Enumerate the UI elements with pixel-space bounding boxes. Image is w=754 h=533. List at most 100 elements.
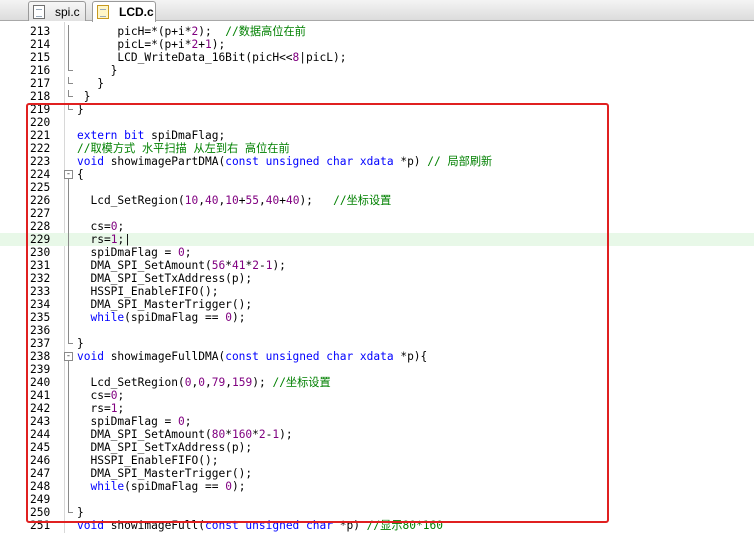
fold-collapse-icon[interactable]: - xyxy=(64,168,74,181)
text-token: *p) xyxy=(332,519,367,532)
code-line[interactable]: 241 cs=0; xyxy=(0,389,754,402)
number-token: 40 xyxy=(205,194,219,207)
text-token: showimagePartDMA( xyxy=(103,155,226,168)
code-line[interactable]: 221 extern bit spiDmaFlag; xyxy=(0,129,754,142)
number-token: 80 xyxy=(211,428,226,441)
line-number: 215 xyxy=(30,51,51,64)
line-number: 222 xyxy=(30,142,51,155)
code-line[interactable]: 214 picL=*(p+i*2+1); xyxy=(0,38,754,51)
text-token: cs= xyxy=(77,220,111,233)
code-line[interactable]: 234 DMA_SPI_MasterTrigger(); xyxy=(0,298,754,311)
comment-token: //坐标设置 xyxy=(272,376,331,389)
fold-end-marker xyxy=(64,506,74,519)
line-number: 226 xyxy=(30,194,51,207)
text-token: } xyxy=(77,77,104,90)
line-number: 244 xyxy=(30,428,51,441)
code-line[interactable]: 249 xyxy=(0,493,754,506)
tab-spi-c[interactable]: spi.c xyxy=(28,1,86,21)
code-line[interactable]: 216 } xyxy=(0,64,754,77)
line-number: 213 xyxy=(30,25,51,38)
code-line[interactable]: 223 void showimagePartDMA(const unsigned … xyxy=(0,155,754,168)
line-number: 239 xyxy=(30,363,51,376)
line-number: 235 xyxy=(30,311,51,324)
number-token: 10 xyxy=(225,194,239,207)
code-text: spiDmaFlag = 0; xyxy=(77,246,192,259)
code-line[interactable]: 222 //取模方式 水平扫描 从左到右 高位在前 xyxy=(0,142,754,155)
fold-guide xyxy=(64,181,74,194)
fold-guide xyxy=(64,207,74,220)
fold-guide xyxy=(64,428,74,441)
code-line[interactable]: 236 xyxy=(0,324,754,337)
code-line[interactable]: 224-{ xyxy=(0,168,754,181)
fold-collapse-icon[interactable]: - xyxy=(64,350,74,363)
code-line[interactable]: 240 Lcd_SetRegion(0,0,79,159); //坐标设置 xyxy=(0,376,754,389)
code-line[interactable]: 246 HSSPI_EnableFIFO(); xyxy=(0,454,754,467)
fold-empty xyxy=(64,129,74,142)
comment-token: //坐标设置 xyxy=(333,194,392,207)
code-line[interactable]: 227 xyxy=(0,207,754,220)
text-token: } xyxy=(77,64,118,77)
code-line[interactable]: 242 rs=1; xyxy=(0,402,754,415)
code-text: DMA_SPI_SetAmount(56*41*2-1); xyxy=(77,259,285,272)
code-line[interactable]: 247 DMA_SPI_MasterTrigger(); xyxy=(0,467,754,480)
text-token: DMA_SPI_MasterTrigger(); xyxy=(77,298,253,311)
code-line[interactable]: 238- void showimageFullDMA(const unsigned… xyxy=(0,350,754,363)
line-number: 237 xyxy=(30,337,51,350)
number-token: 0 xyxy=(178,246,185,259)
text-token: ); xyxy=(211,38,226,51)
fold-empty xyxy=(64,519,74,532)
code-line[interactable]: 244 DMA_SPI_SetAmount(80*160*2-1); xyxy=(0,428,754,441)
code-text: while(spiDmaFlag == 0); xyxy=(77,480,245,493)
keyword-token: const unsigned char xdata xyxy=(225,350,394,363)
code-line[interactable]: 251 void showimageFull(const unsigned cha… xyxy=(0,519,754,532)
code-line[interactable]: 213 picH=*(p+i*2); //数据高位在前 xyxy=(0,25,754,38)
code-editor[interactable]: 213 picH=*(p+i*2); //数据高位在前 214 picL=*(p+… xyxy=(0,22,754,533)
code-line[interactable]: 228 cs=0; xyxy=(0,220,754,233)
fold-end-marker xyxy=(64,77,74,90)
code-line[interactable]: 230 spiDmaFlag = 0; xyxy=(0,246,754,259)
code-line[interactable]: 239 xyxy=(0,363,754,376)
tab-label: LCD.c xyxy=(119,5,154,19)
line-number: 216 xyxy=(30,64,51,77)
code-line[interactable]: 250} xyxy=(0,506,754,519)
code-line[interactable]: 217 } xyxy=(0,77,754,90)
fold-empty xyxy=(64,142,74,155)
code-line[interactable]: 225 xyxy=(0,181,754,194)
text-token: ); xyxy=(231,311,246,324)
code-line[interactable]: 235 while(spiDmaFlag == 0); xyxy=(0,311,754,324)
line-number: 224 xyxy=(30,168,51,181)
code-line[interactable]: 226 Lcd_SetRegion(10,40,10+55,40+40); //… xyxy=(0,194,754,207)
text-token: ; xyxy=(184,246,192,259)
number-token: 2 xyxy=(252,259,259,272)
code-line[interactable]: 229 rs=1;| xyxy=(0,233,754,246)
comment-token: // 局部刷新 xyxy=(427,155,493,168)
code-text: Lcd_SetRegion(0,0,79,159); //坐标设置 xyxy=(77,376,331,389)
line-number: 219 xyxy=(30,103,51,116)
text-token: } xyxy=(77,337,84,350)
text-token: } xyxy=(77,103,84,116)
code-line[interactable]: 231 DMA_SPI_SetAmount(56*41*2-1); xyxy=(0,259,754,272)
fold-guide xyxy=(64,493,74,506)
line-number: 232 xyxy=(30,272,51,285)
text-token: , xyxy=(258,194,266,207)
code-line[interactable]: 219} xyxy=(0,103,754,116)
code-line[interactable]: 248 while(spiDmaFlag == 0); xyxy=(0,480,754,493)
text-token: HSSPI_EnableFIFO(); xyxy=(77,454,219,467)
code-line[interactable]: 232 DMA_SPI_SetTxAddress(p); xyxy=(0,272,754,285)
text-token: ); xyxy=(231,480,246,493)
text-token: (spiDmaFlag == xyxy=(124,311,226,324)
line-number: 240 xyxy=(30,376,51,389)
code-line[interactable]: 218 } xyxy=(0,90,754,103)
code-line[interactable]: 243 spiDmaFlag = 0; xyxy=(0,415,754,428)
code-line[interactable]: 237} xyxy=(0,337,754,350)
code-text: LCD_WriteData_16Bit(picH<<8|picL); xyxy=(77,51,346,64)
tab-label: spi.c xyxy=(55,4,80,19)
code-line[interactable]: 220 xyxy=(0,116,754,129)
tab-lcd-c[interactable]: LCD.c xyxy=(92,1,156,22)
code-line[interactable]: 245 DMA_SPI_SetTxAddress(p); xyxy=(0,441,754,454)
number-token: 0 xyxy=(225,311,232,324)
code-line[interactable]: 215 LCD_WriteData_16Bit(picH<<8|picL); xyxy=(0,51,754,64)
code-line[interactable]: 233 HSSPI_EnableFIFO(); xyxy=(0,285,754,298)
text-token: * xyxy=(225,428,232,441)
